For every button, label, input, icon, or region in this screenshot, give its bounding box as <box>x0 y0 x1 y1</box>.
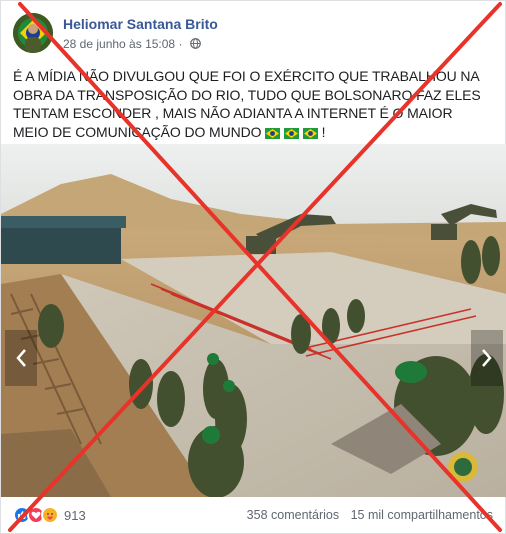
post-text: É A MÍDIA NÃO DIVULGOU QUE FOI O EXÉRCIT… <box>13 68 481 140</box>
post-meta: 28 de junho às 15:08 · <box>63 37 201 51</box>
post-timestamp[interactable]: 28 de junho às 15:08 <box>63 37 175 51</box>
post-footer: 913 358 comentários 15 mil compartilhame… <box>13 503 493 529</box>
chevron-left-icon <box>16 349 26 367</box>
avatar[interactable] <box>13 13 53 53</box>
facebook-post-card: Heliomar Santana Brito 28 de junho às 15… <box>0 0 506 534</box>
shares-count[interactable]: 15 mil compartilhamentos <box>351 508 493 522</box>
dot-separator: · <box>178 37 186 51</box>
engagement-stats: 358 comentários 15 mil compartilhamentos <box>239 508 493 522</box>
chevron-right-icon <box>482 349 492 367</box>
reaction-count: 913 <box>64 507 86 523</box>
globe-icon[interactable] <box>189 38 201 49</box>
brazil-flag-icon <box>284 127 300 139</box>
post-body: É A MÍDIA NÃO DIVULGOU QUE FOI O EXÉRCIT… <box>13 67 491 143</box>
photo-prev-button[interactable] <box>5 330 37 386</box>
construction-photo <box>1 144 506 497</box>
comments-count[interactable]: 358 comentários <box>247 508 339 522</box>
brazil-flag-icon <box>302 127 318 139</box>
photo-next-button[interactable] <box>471 330 503 386</box>
care-icon <box>41 506 59 524</box>
post-text-suffix: ! <box>321 123 326 140</box>
author-name[interactable]: Heliomar Santana Brito <box>63 16 218 32</box>
flag-emojis <box>265 125 318 144</box>
post-photo[interactable] <box>1 144 506 497</box>
brazil-flag-icon <box>265 127 281 139</box>
reactions-summary[interactable]: 913 <box>13 506 86 524</box>
post-header: Heliomar Santana Brito 28 de junho às 15… <box>13 13 493 57</box>
